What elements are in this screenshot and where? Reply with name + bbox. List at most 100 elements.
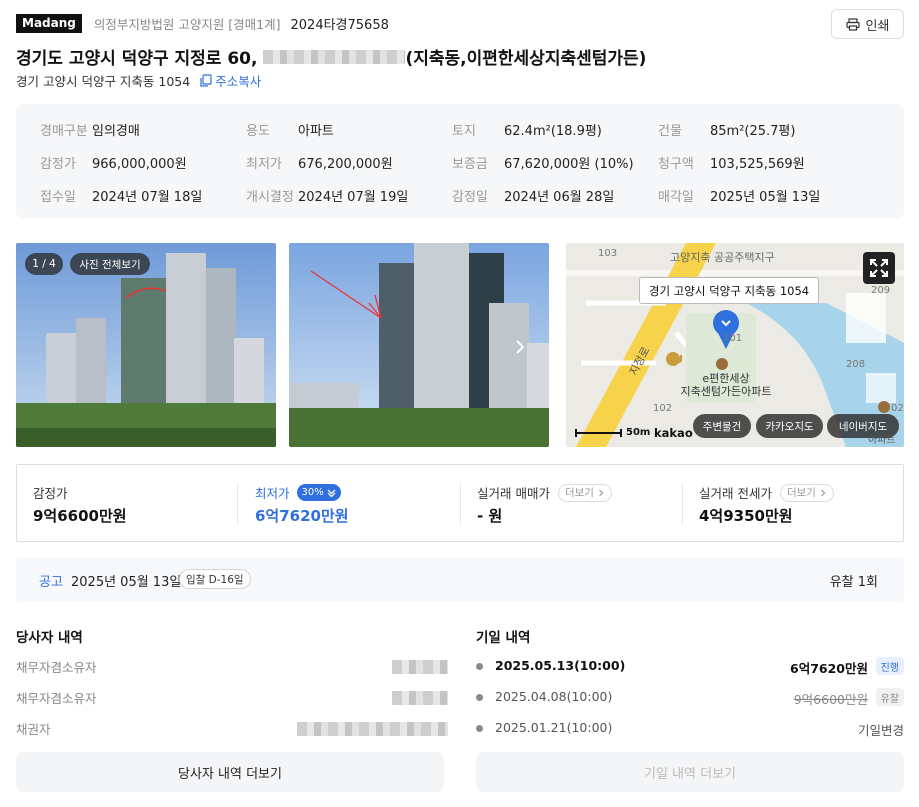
copy-address-button[interactable]: 주소복사 [200,71,261,90]
info-cell: 건물 85m²(25.7평) [658,120,795,139]
info-value: 676,200,000원 [298,157,393,172]
redacted-name [392,691,448,705]
info-value: 62.4m²(18.9평) [504,124,602,139]
map-bldg-102: 102 [653,403,673,414]
more-label: 더보기 [786,487,816,499]
history-date: 2025.01.21(10:00) [495,720,613,735]
info-cell: 접수일 2024년 07월 18일 [40,186,202,205]
more-label: 더보기 [564,487,594,499]
history-row: 2025.01.21(10:00) 기일변경 [476,719,904,739]
party-role: 채무자겸소유자 [16,660,97,675]
history-price: 6억7620만원 [790,661,868,676]
redacted-name [392,660,448,674]
info-cell: 매각일 2025년 05월 13일 [658,186,820,205]
nearby-listings-button[interactable]: 주변물건 [693,414,751,438]
madang-logo[interactable]: Madang [16,13,82,33]
expand-icon [870,259,888,277]
info-cell: 개시결정 2024년 07월 19일 [246,186,408,205]
party-row: 채무자겸소유자 [16,657,448,677]
page-title: 경기도 고양시 덕양구 지정로 60, (지축동,이편한세상지축센텀가든) [16,44,646,69]
map-complex-label: e편한세상 지축센텀가든아파트 [671,372,781,398]
history-more-button[interactable]: 기일 내역 더보기 [476,752,904,792]
info-key: 경매구분 [40,124,88,139]
copy-icon [200,74,212,87]
copy-address-label: 주소복사 [215,74,262,89]
redacted-name [297,722,448,736]
property-info-panel: 경매구분 임의경매 용도 아파트 토지 62.4m²(18.9평) 건물 85m²(25… [16,104,904,218]
trade-label-row: 실거래 매매가 더보기 [477,483,612,502]
dday-badge: 입찰 D-16일 [179,569,251,589]
info-cell: 토지 62.4m²(18.9평) [452,120,602,139]
map-scale-label: 50m [626,427,651,438]
lease-price-label: 실거래 전세가 [699,486,772,501]
info-key: 토지 [452,124,476,139]
min-price-label-row: 최저가 30% [255,483,341,502]
property-photo-1[interactable]: 1 / 4 사진 전체보기 [16,243,276,447]
info-cell: 용도 아파트 [246,120,334,139]
history-date: 2025.05.13(10:00) [495,658,626,673]
notice-date: 2025년 05월 13일 [71,575,182,590]
info-key: 건물 [658,124,682,139]
info-key: 용도 [246,124,270,139]
notice-label: 공고 [39,575,63,590]
history-title: 기일 내역 [476,630,531,646]
court-name: 의정부지방법원 고양지원 [경매1계] [93,16,281,32]
lease-more-button[interactable]: 더보기 [779,483,834,502]
map-bldg-209: 209 [871,285,891,296]
print-label: 인쇄 [865,18,890,34]
lease-label-row: 실거래 전세가 더보기 [699,483,834,502]
info-value: 2025년 05월 13일 [710,190,821,205]
property-photo-2[interactable] [289,243,549,447]
info-value: 67,620,000원 (10%) [504,157,634,172]
progress-tag: 진행 [875,657,904,675]
appraisal-value: 9억6600만원 [33,507,127,525]
info-cell: 청구액 103,525,569원 [658,153,805,172]
trade-more-button[interactable]: 더보기 [557,483,612,502]
photo-apartments-image [289,243,549,447]
info-cell: 보증금 67,620,000원 (10%) [452,153,634,172]
info-cell: 최저가 676,200,000원 [246,153,393,172]
kakao-map-button[interactable]: 카카오지도 [756,414,823,438]
party-row: 채무자겸소유자 [16,688,448,708]
info-value: 85m²(25.7평) [710,124,796,139]
info-row: 경매구분 임의경매 용도 아파트 토지 62.4m²(18.9평) 건물 85m²(25… [16,120,904,140]
print-button[interactable]: 인쇄 [831,9,904,39]
history-date: 2025.04.08(10:00) [495,689,613,704]
map-fullscreen-button[interactable] [863,252,895,284]
party-role: 채권자 [16,722,51,737]
party-role: 채무자겸소유자 [16,691,97,706]
bullet-dot [476,663,483,670]
view-all-photos-button[interactable]: 사진 전체보기 [70,253,150,275]
info-key: 접수일 [40,190,76,205]
kakao-logo: kakao [654,426,693,440]
printer-icon [845,17,860,31]
bullet-dot [476,694,483,701]
title-address-prefix: 경기도 고양시 덕양구 지정로 60, [16,49,258,69]
info-value: 임의경매 [92,124,140,139]
map-store-label: CU [666,353,684,366]
info-value: 2024년 06월 28일 [504,190,615,205]
info-value: 103,525,569원 [710,157,805,172]
chevron-right-icon [599,489,604,496]
discount-value: 30% [301,487,324,498]
info-row: 접수일 2024년 07월 18일 개시결정 2024년 07월 19일 감정일 20… [16,186,904,206]
info-key: 보증금 [452,157,488,172]
info-key: 최저가 [246,157,282,172]
info-key: 청구액 [658,157,694,172]
failed-tag: 유찰 [875,688,904,706]
location-map[interactable]: 고양지축 공공주택지구 103 209 208 102 101 02 지정로 C… [566,243,904,447]
map-complex-line1: e편한세상 [702,372,750,385]
divider [460,483,461,525]
info-cell: 감정일 2024년 06월 28일 [452,186,614,205]
auction-notice-bar: 공고 2025년 05월 13일 입찰 D-16일 유찰 1회 [16,558,904,601]
lot-address-row: 경기 고양시 덕양구 지축동 1054 주소복사 [16,71,261,90]
chevron-down-icon [327,489,336,497]
info-key: 감정일 [452,190,488,205]
map-bldg-02: 02 [891,403,904,414]
history-row: 2025.04.08(10:00) 9억6600만원 유찰 [476,688,904,708]
parties-more-button[interactable]: 당사자 내역 더보기 [16,752,444,792]
redacted-address [263,49,406,64]
divider [237,483,238,525]
lease-price-value: 4억9350만원 [699,507,793,525]
info-value: 966,000,000원 [92,157,187,172]
